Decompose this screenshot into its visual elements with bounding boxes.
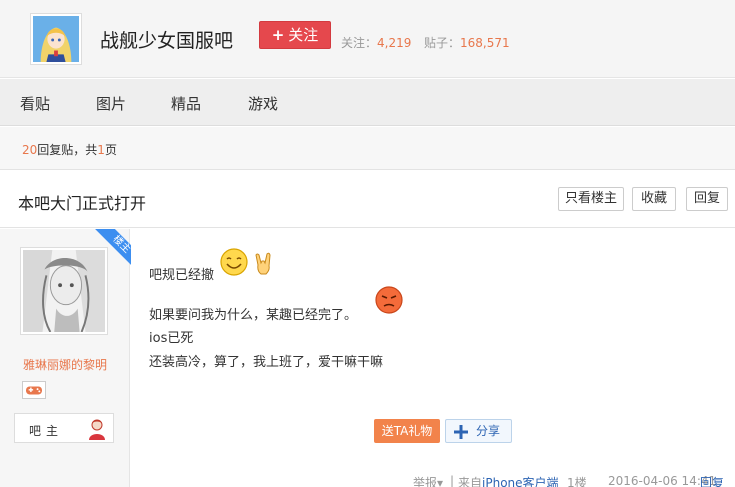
client-link[interactable]: iPhone客户端 bbox=[482, 476, 559, 487]
author-name[interactable]: 雅琳丽娜的黎明 bbox=[0, 356, 130, 373]
post-line: 吧规已经撤 bbox=[149, 268, 215, 283]
post-line: ios已死 bbox=[149, 331, 194, 346]
report-link[interactable]: 举报▾ bbox=[413, 474, 443, 487]
nav-item-games[interactable]: 游戏 bbox=[248, 93, 278, 114]
thread-title: 本吧大门正式打开 bbox=[18, 194, 147, 213]
nav-item-featured[interactable]: 精品 bbox=[171, 93, 201, 114]
floor-number: 1楼 bbox=[567, 476, 587, 487]
nav-item-images[interactable]: 图片 bbox=[96, 93, 126, 114]
post-line: 还装高冷，算了，我上班了，爱干嘛干嘛 bbox=[149, 355, 384, 370]
thread-title-bar: 本吧大门正式打开 bbox=[0, 171, 735, 228]
gamepad-badge-icon[interactable] bbox=[22, 381, 46, 399]
forum-avatar-image bbox=[33, 16, 79, 62]
smile-emoji-icon bbox=[219, 247, 249, 277]
post-reply-link[interactable]: 回复 bbox=[700, 474, 724, 487]
forum-name[interactable]: 战舰少女国服吧 bbox=[100, 26, 233, 53]
reply-count-text: 回复贴，共 bbox=[37, 143, 98, 157]
share-button[interactable]: 分享 bbox=[445, 419, 512, 443]
forum-avatar[interactable] bbox=[30, 13, 82, 65]
page-count: 1 bbox=[97, 143, 105, 157]
only-author-button[interactable]: 只看楼主 bbox=[558, 187, 624, 211]
author-role-box: 吧主 bbox=[14, 413, 114, 443]
favorite-button[interactable]: 收藏 bbox=[632, 187, 676, 211]
rock-hand-emoji-icon bbox=[251, 251, 277, 277]
post-count-value: 168,571 bbox=[460, 36, 510, 50]
post-line: 如果要问我为什么，某趣已经完了。 bbox=[149, 308, 358, 323]
author-role: 吧主 bbox=[29, 424, 64, 438]
follow-count-label: 关注： bbox=[341, 36, 378, 50]
send-gift-button[interactable]: 送TA礼物 bbox=[374, 419, 440, 443]
follow-count-stat: 关注：4,219 bbox=[341, 34, 411, 51]
follow-label: 关注 bbox=[288, 26, 319, 44]
forum-nav: 看贴 图片 精品 游戏 bbox=[0, 79, 735, 126]
share-label: 分享 bbox=[476, 424, 501, 438]
nav-item-posts[interactable]: 看贴 bbox=[20, 93, 50, 114]
angry-emoji-icon bbox=[374, 285, 404, 315]
user-icon bbox=[87, 418, 107, 440]
page-count-text: 页 bbox=[104, 143, 117, 157]
post-source-prefix: 来自 bbox=[458, 476, 483, 487]
post-count-stat: 贴子：168,571 bbox=[424, 34, 510, 51]
chevron-down-icon: ▾ bbox=[437, 476, 444, 487]
reply-count-bar: 20回复贴，共1页 bbox=[0, 127, 735, 170]
author-ribbon: 楼主 bbox=[89, 229, 131, 271]
report-label: 举报 bbox=[413, 476, 438, 487]
reply-button[interactable]: 回复 bbox=[686, 187, 728, 211]
tail-separator: | bbox=[450, 474, 455, 487]
follow-plus-icon: + bbox=[271, 26, 285, 44]
post-count-label: 贴子： bbox=[424, 36, 461, 50]
forum-header: 战舰少女国服吧 + 关注 关注：4,219 贴子：168,571 bbox=[0, 0, 735, 78]
post-source: 来自iPhone客户端 bbox=[458, 474, 559, 487]
plus-icon bbox=[454, 424, 468, 439]
reply-count: 20 bbox=[22, 143, 38, 157]
follow-button[interactable]: + 关注 bbox=[259, 21, 331, 49]
follow-count-value: 4,219 bbox=[377, 36, 412, 50]
author-ribbon-label: 楼主 bbox=[94, 229, 131, 271]
